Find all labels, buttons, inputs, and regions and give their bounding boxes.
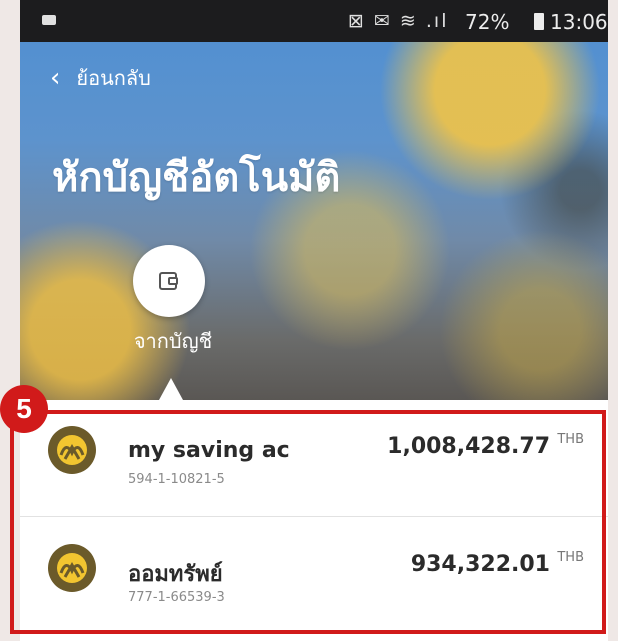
bank-logo-icon	[48, 544, 96, 592]
page-title: หักบัญชีอัตโนมัติ	[52, 155, 341, 201]
account-row[interactable]: ออมทรัพย์ 777-1-66539-3 934,322.01 THB	[20, 518, 608, 634]
account-row[interactable]: my saving ac 594-1-10821-5 1,008,428.77 …	[20, 400, 608, 517]
battery-percent: 72%	[465, 10, 510, 34]
header-background: ⊠ ✉ ≋ .ıl 72% 13:06 ‹ ย้อนกลับ หักบัญชีอ…	[20, 0, 608, 400]
video-icon	[42, 15, 56, 25]
bank-logo-icon	[48, 426, 96, 474]
status-bar: ⊠ ✉ ≋ .ıl 72% 13:06	[20, 0, 608, 42]
from-account-label: จากบัญชี	[133, 329, 213, 353]
account-balance: 934,322.01	[410, 552, 550, 577]
chevron-left-icon: ‹	[50, 63, 61, 93]
wallet-icon	[159, 272, 178, 290]
status-icons: ⊠ ✉ ≋ .ıl	[348, 10, 449, 32]
selected-indicator	[159, 378, 183, 400]
account-name: ออมทรัพย์	[128, 562, 223, 587]
account-number: 594-1-10821-5	[128, 472, 225, 487]
step-badge: 5	[0, 385, 48, 433]
back-button[interactable]: ‹ ย้อนกลับ	[50, 62, 151, 94]
account-number: 777-1-66539-3	[128, 590, 225, 605]
clock: 13:06	[550, 10, 608, 34]
account-balance: 1,008,428.77	[387, 434, 550, 459]
account-name: my saving ac	[128, 438, 290, 463]
battery-icon	[534, 13, 544, 30]
currency-label: THB	[557, 432, 584, 447]
currency-label: THB	[557, 550, 584, 565]
back-label: ย้อนกลับ	[76, 66, 151, 90]
account-list: my saving ac 594-1-10821-5 1,008,428.77 …	[20, 400, 608, 641]
app-screen: ⊠ ✉ ≋ .ıl 72% 13:06 ‹ ย้อนกลับ หักบัญชีอ…	[20, 0, 608, 641]
from-account-button[interactable]	[133, 245, 205, 317]
